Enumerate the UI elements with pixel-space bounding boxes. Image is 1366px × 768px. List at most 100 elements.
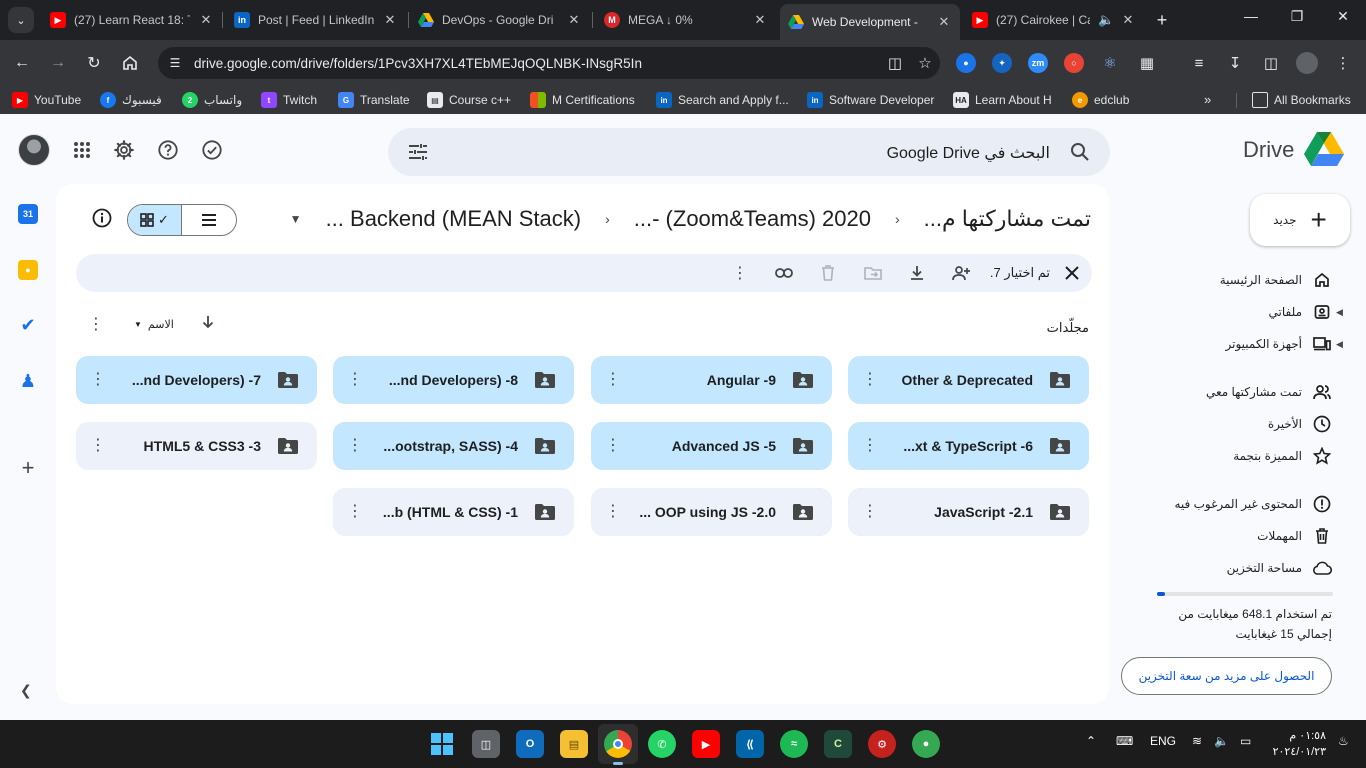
bookmark-item[interactable]: t Twitch [261,92,317,108]
caret-down-icon[interactable]: ▼ [290,212,302,226]
folder-card[interactable]: ⋮ ...nd Developers) -8 [333,356,574,404]
show-hidden-icons-chevron-icon[interactable]: ⌃ [1086,734,1096,748]
close-tab-icon[interactable]: ✕ [936,14,952,30]
youtube-icon[interactable]: ▶ [692,730,720,758]
windows-start-icon[interactable] [428,730,456,758]
bookmark-item[interactable]: ▤ Course c++ [427,92,511,108]
task-view-icon[interactable]: ◫ [472,730,500,758]
search-icon[interactable] [1068,140,1092,164]
collapse-side-panel-icon[interactable]: ❮ [20,682,36,698]
profile-avatar[interactable] [1296,52,1318,74]
new-tab-plus-icon[interactable]: + [1152,10,1172,30]
bookmark-item[interactable]: HA Learn About H [953,92,1052,108]
account-avatar[interactable] [18,134,50,166]
folder-more-options-icon[interactable]: ⋮ [848,372,892,388]
folder-more-options-icon[interactable]: ⋮ [76,372,120,388]
get-addons-plus-icon[interactable]: + [18,457,38,479]
bookmark-item[interactable]: 2 واتساب [182,92,242,108]
nav-item-my-drive[interactable]: ملفاتي [1269,301,1332,323]
copy-link-icon[interactable] [774,263,794,283]
new-button[interactable]: جديد + [1250,194,1350,246]
bookmark-item[interactable]: in Search and Apply f... [656,92,789,108]
folder-more-options-icon[interactable]: ⋮ [848,438,892,454]
extension-icon[interactable]: ○ [1064,53,1084,73]
bookmark-item[interactable]: ▶ YouTube [12,92,81,108]
more-actions-icon[interactable]: ⋮ [730,263,750,283]
tab-search-chevron-icon[interactable]: ⌄ [8,7,34,33]
browser-tab[interactable]: M MEGA ↓ 0% ✕ [596,4,776,36]
nav-item-shared-with-me[interactable]: تمت مشاركتها معي [1206,381,1332,403]
download-icon[interactable] [907,263,927,283]
close-tab-icon[interactable]: ✕ [566,12,582,28]
folder-more-options-icon[interactable]: ⋮ [333,372,377,388]
nav-item-starred[interactable]: المميزة بنجمة [1233,445,1332,467]
search-bar[interactable]: البحث في Google Drive [388,128,1110,176]
close-tab-icon[interactable]: ✕ [752,12,768,28]
expand-caret-icon[interactable]: ◀ [1336,339,1343,350]
extension-icon[interactable]: ● [956,53,976,73]
offline-ready-icon[interactable] [200,138,224,162]
install-app-icon[interactable]: ◫ [880,54,910,72]
folder-more-options-icon[interactable]: ⋮ [591,438,635,454]
nav-item-trash[interactable]: المهملات [1257,525,1332,547]
extension-icon[interactable]: ✦ [992,53,1012,73]
app-icon[interactable]: ⚙ [868,730,896,758]
input-language[interactable]: ENG [1150,734,1176,748]
browser-tab[interactable]: ▶ (27) Cairokee | Ca 🔈 ✕ [964,4,1144,36]
folder-card[interactable]: ⋮ JavaScript -2.1 [848,488,1089,536]
folder-card[interactable]: ⋮ ...ootstrap, SASS) -4 [333,422,574,470]
zoom-extension-icon[interactable]: zm [1028,53,1048,73]
folder-card[interactable]: ⋮ ...nd Developers) -7 [76,356,317,404]
folder-card[interactable]: ⋮ Angular -9 [591,356,832,404]
react-devtools-icon[interactable]: ⚛ [1100,53,1120,73]
list-view-button[interactable] [182,205,236,235]
breadcrumb-current[interactable]: Backend (MEAN Stack) ... [326,206,582,232]
close-tab-icon[interactable]: ✕ [198,12,214,28]
folder-card[interactable]: ⋮ ...b (HTML & CSS) -1 [333,488,574,536]
outlook-icon[interactable]: O [516,730,544,758]
all-bookmarks[interactable]: All Bookmarks [1252,92,1351,108]
address-bar[interactable]: ☰ drive.google.com/drive/folders/1Pcv3XH… [158,47,940,79]
breadcrumb-item[interactable]: 2020 (Zoom&Teams) -... [634,206,871,232]
speaker-icon[interactable]: 🔈 [1098,12,1114,28]
bookmark-star-icon[interactable]: ☆ [910,54,940,72]
help-icon[interactable] [156,138,180,162]
nav-item-home[interactable]: الصفحة الرئيسية [1220,269,1332,291]
volume-icon[interactable]: 🔈 [1214,734,1229,748]
nav-item-storage[interactable]: مساحة التخزين [1227,557,1332,579]
app-icon[interactable]: ● [912,730,940,758]
folder-card[interactable]: ⋮... OOP using JS -2.0 [591,488,832,536]
browser-tab[interactable]: DevOps - Google Dri ✕ [410,4,590,36]
close-tab-icon[interactable]: ✕ [382,12,398,28]
folder-more-options-icon[interactable]: ⋮ [591,504,635,520]
reload-icon[interactable]: ↻ [82,51,106,75]
more-options-icon[interactable]: ⋮ [88,314,108,334]
tasks-icon[interactable]: ✔ [18,315,38,335]
browser-tab[interactable]: in Post | Feed | LinkedIn ✕ [226,4,406,36]
get-more-storage-button[interactable]: الحصول على مزيد من سعة التخزين [1121,657,1332,695]
breadcrumb-item[interactable]: تمت مشاركتها م... [924,206,1091,232]
bookmarks-overflow-icon[interactable]: » [1204,92,1211,107]
nav-item-spam[interactable]: المحتوى غير المرغوب فيه [1174,493,1332,515]
bookmark-item[interactable]: M Certifications [530,92,635,108]
view-toggle[interactable]: ✓ [127,204,237,236]
info-icon[interactable] [92,208,114,230]
folder-more-options-icon[interactable]: ⋮ [333,438,377,454]
forward-arrow-icon[interactable]: → [46,51,70,75]
bookmark-item[interactable]: G Translate [338,92,410,108]
keep-icon[interactable]: ● [18,260,38,280]
expand-caret-icon[interactable]: ◀ [1336,307,1343,318]
folder-card[interactable]: ⋮ ...xt & TypeScript -6 [848,422,1089,470]
notification-bell-icon[interactable]: ♨ [1338,734,1349,748]
close-tab-icon[interactable]: ✕ [1120,12,1136,28]
folder-card[interactable]: ⋮ Advanced JS -5 [591,422,832,470]
browser-tab[interactable]: ▶ (27) Learn React 18: T ✕ [42,4,222,36]
folder-more-options-icon[interactable]: ⋮ [848,504,892,520]
bookmark-item[interactable]: in Software Developer [807,92,934,108]
folder-card[interactable]: ⋮ HTML5 & CSS3 -3 [76,422,317,470]
nav-item-recent[interactable]: الأخيرة [1268,413,1332,435]
chrome-menu-icon[interactable]: ⋮ [1332,52,1354,74]
close-window-icon[interactable]: ✕ [1328,8,1358,25]
drive-logo[interactable]: Drive [1243,132,1345,167]
wifi-icon[interactable]: ≋ [1192,734,1202,748]
